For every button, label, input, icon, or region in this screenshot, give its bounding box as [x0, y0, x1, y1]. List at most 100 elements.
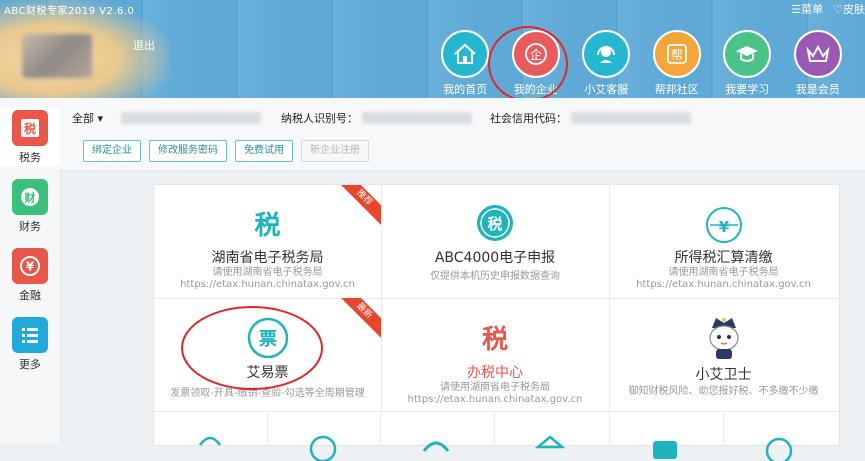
svg-text:财: 财 — [24, 190, 36, 204]
yuan-icon: ¥ — [12, 247, 48, 284]
partial-card[interactable] — [154, 413, 268, 446]
free-trial-button[interactable]: 免费试用 — [235, 140, 293, 162]
app-title: ABC财税专家2019 V2.6.0 — [4, 6, 135, 17]
service-title: 小艾卫士 — [695, 367, 752, 383]
nav-learning-label: 我要学习 — [725, 83, 770, 96]
nav-support[interactable]: 小艾客服 — [571, 30, 642, 97]
service-subtitle: 仅提供本机历史申报数据查询 — [430, 271, 560, 282]
service-card-ai-guard[interactable]: 小艾卫士 御知财税风险、助您报好税、不多缴不少缴 — [609, 298, 838, 412]
nav-community[interactable]: 帮 帮邦社区 — [642, 30, 713, 97]
partial-card[interactable] — [267, 413, 381, 461]
service-title: 艾易票 — [246, 365, 289, 381]
partial-card-icon — [198, 436, 222, 446]
nav-member-label: 我是会员 — [795, 83, 840, 96]
svg-text:¥: ¥ — [26, 259, 35, 273]
sidebar: 税 税务 财 财务 ¥ 金融 更多 — [0, 98, 61, 443]
credit-code-label: 社会信用代码： — [490, 112, 568, 125]
tax-seal-icon: 税 — [475, 318, 515, 358]
recommended-badge: 推荐 — [334, 185, 381, 228]
top-right-controls: ☰菜单 ♡皮肤 — [791, 1, 865, 17]
logout-link[interactable]: 退出 — [133, 37, 155, 53]
nav-learning[interactable]: 我要学习 — [712, 30, 783, 97]
svg-text:税: 税 — [487, 215, 502, 233]
header-banner: ABC财税专家2019 V2.6.0 ☰菜单 ♡皮肤 退出 我的首页 企 我的企… — [0, 0, 865, 102]
svg-text:帮: 帮 — [671, 48, 683, 62]
graduation-icon — [723, 30, 772, 78]
service-card-abc4000[interactable]: 税 ABC4000电子申报 仅提供本机历史申报数据查询 — [381, 185, 610, 299]
enterprise-actions: 绑定企业 修改服务密码 免费试用 新企业注册 — [83, 140, 369, 162]
service-card-ai-invoice[interactable]: 最新 票 艾易票 发票领取-开具-缴销-查验-勾选等全周期管理 — [154, 298, 382, 412]
redacted-taxpayer-id — [362, 112, 473, 124]
partial-card-icon — [422, 441, 450, 452]
service-subtitle: 发票领取-开具-缴销-查验-勾选等全周期管理 — [170, 388, 365, 399]
service-subtitle: 请使用湖南省电子税务局 — [668, 267, 779, 278]
svg-text:票: 票 — [259, 329, 277, 350]
sidebar-item-more[interactable]: 更多 — [0, 315, 60, 373]
sidebar-item-tax[interactable]: 税 税务 — [0, 108, 60, 166]
sidebar-item-label: 更多 — [19, 357, 41, 371]
sidebar-item-finance[interactable]: 财 财务 — [0, 177, 60, 235]
headset-icon — [582, 30, 631, 78]
sidebar-item-label: 税务 — [19, 150, 41, 164]
enterprise-info-bar: 全部 ▾ 纳税人识别号： 社会信用代码： 绑定企业 修改服务密码 免费试用 新企… — [60, 98, 865, 171]
menu-button[interactable]: ☰菜单 — [791, 1, 823, 17]
svg-text:¥: ¥ — [718, 218, 729, 236]
new-enterprise-register-button[interactable]: 新企业注册 — [301, 140, 369, 162]
top-nav: 我的首页 企 我的企业 小艾客服 帮 帮邦社区 我要学习 我是会员 — [430, 30, 853, 97]
nav-my-enterprise[interactable]: 企 我的企业 — [501, 30, 572, 97]
home-icon — [441, 30, 490, 78]
service-card-tax-center[interactable]: 税 办税中心 请使用湖南省电子税务局 https://etax.hunan.ch… — [381, 298, 610, 412]
sidebar-item-label: 财务 — [19, 219, 41, 233]
partial-card[interactable] — [380, 413, 495, 452]
service-title: ABC4000电子申报 — [434, 250, 556, 266]
svg-text:税: 税 — [24, 121, 36, 136]
nav-my-enterprise-label: 我的企业 — [513, 83, 558, 96]
invoice-icon: 票 — [246, 316, 290, 360]
svg-text:企: 企 — [530, 47, 542, 62]
nav-member[interactable]: 我是会员 — [783, 30, 854, 97]
redacted-enterprise-name — [121, 112, 262, 124]
service-card-income-tax[interactable]: ¥ 所得税汇算清缴 请使用湖南省电子税务局 https://etax.hunan… — [609, 185, 838, 299]
partial-card-icon — [765, 437, 793, 461]
nav-home-label: 我的首页 — [443, 83, 488, 96]
scope-dropdown[interactable]: 全部 ▾ — [72, 110, 103, 126]
partial-card-icon — [534, 435, 566, 449]
service-url: https://etax.hunan.chinatax.gov.cn — [180, 279, 355, 290]
crown-icon — [793, 30, 842, 78]
service-subtitle: 御知财税风险、助您报好税、不多缴不少缴 — [628, 386, 819, 397]
nav-support-label: 小艾客服 — [584, 83, 629, 96]
service-url: https://etax.hunan.chinatax.gov.cn — [407, 394, 583, 405]
change-service-password-button[interactable]: 修改服务密码 — [149, 140, 227, 162]
avatar[interactable] — [22, 34, 92, 78]
nav-community-label: 帮邦社区 — [654, 83, 699, 96]
nav-home[interactable]: 我的首页 — [430, 30, 501, 97]
guard-cat-icon — [702, 314, 746, 360]
tax-text-icon: 税 — [254, 211, 281, 241]
sidebar-item-banking[interactable]: ¥ 金融 — [0, 246, 60, 304]
service-subtitle: 请使用湖南省电子税务局 — [440, 382, 550, 393]
bind-enterprise-button[interactable]: 绑定企业 — [83, 140, 141, 162]
enterprise-info-row: 全部 ▾ 纳税人识别号： 社会信用代码： — [72, 110, 692, 126]
partial-card-icon — [653, 441, 677, 459]
tax-circle-icon: 税 — [475, 203, 515, 243]
list-icon — [12, 316, 48, 353]
service-grid: 推荐 税 湖南省电子税务局 请使用湖南省电子税务局 https://etax.h… — [153, 184, 840, 461]
partial-card[interactable] — [609, 413, 724, 459]
service-title: 办税中心 — [467, 365, 523, 381]
partial-card[interactable] — [723, 413, 838, 461]
service-subtitle: 请使用湖南省电子税务局 — [212, 267, 323, 278]
yuan-circle-icon: ¥ — [704, 205, 744, 245]
service-title: 所得税汇算清缴 — [674, 250, 773, 266]
skin-button[interactable]: ♡皮肤 — [833, 1, 865, 17]
tax-icon: 税 — [12, 109, 48, 146]
svg-text:税: 税 — [482, 325, 508, 355]
community-icon: 帮 — [652, 30, 701, 78]
partial-card[interactable] — [494, 413, 610, 449]
service-card-etax[interactable]: 推荐 税 湖南省电子税务局 请使用湖南省电子税务局 https://etax.h… — [154, 185, 382, 299]
partial-card-icon — [309, 435, 337, 461]
sidebar-item-label: 金融 — [19, 288, 41, 302]
taxpayer-id-label: 纳税人识别号： — [281, 112, 359, 125]
service-title: 湖南省电子税务局 — [211, 250, 324, 266]
finance-icon: 财 — [12, 178, 48, 215]
service-url: https://etax.hunan.chinatax.gov.cn — [636, 279, 811, 290]
